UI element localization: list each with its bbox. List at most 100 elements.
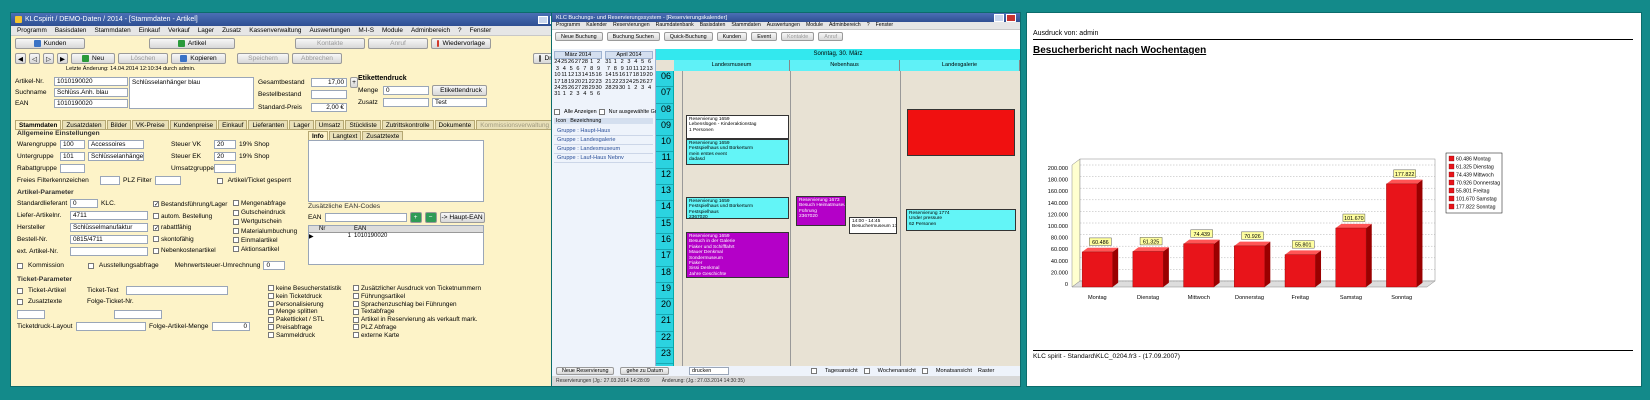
checkbox-checksC-1[interactable] — [268, 293, 274, 300]
checkbox-checksC-6[interactable] — [268, 332, 274, 339]
minimize-button[interactable] — [538, 15, 548, 24]
cal-menu-item-9[interactable]: ? — [867, 22, 870, 29]
ticket-artikel-checkbox[interactable] — [17, 287, 23, 294]
standardpreis-field[interactable]: 2,00 € — [311, 103, 347, 112]
cal-menu-item-6[interactable]: Auswertungen — [767, 22, 800, 29]
mini-day[interactable]: 5 — [588, 91, 595, 97]
checkbox-checksD-5[interactable] — [353, 324, 359, 331]
gehe-zu-datum-button[interactable]: gehe zu Datum — [620, 367, 670, 375]
nav-next-button[interactable]: ▷ — [43, 53, 54, 64]
mini-day[interactable]: 3 — [575, 91, 582, 97]
bestell-nr-field[interactable]: 0815/4711 — [70, 235, 148, 244]
event-block[interactable]: Reservierung 1673 Besuch Heimatmuseum Führ… — [796, 196, 846, 226]
steuer-ek-select[interactable]: 20 — [214, 152, 236, 161]
ticket-select[interactable] — [17, 310, 45, 319]
nur-gruppe-radio[interactable] — [598, 109, 605, 115]
checkbox-checksA-2[interactable] — [153, 224, 159, 231]
artikel-nr-field[interactable]: 1010190020 — [54, 77, 128, 86]
cal-menu-item-5[interactable]: Stammdaten — [731, 22, 760, 29]
event-block[interactable]: Reservierung 1659 Festspielhaus und Bürke… — [686, 197, 789, 219]
event-block[interactable]: Reservierung 1659 Besuch in der Galerie Fi… — [686, 232, 789, 278]
zusatz-value-select[interactable]: Test — [432, 98, 487, 107]
checkbox-checksB-2[interactable] — [233, 218, 239, 225]
nav-first-button[interactable]: ◀ — [15, 53, 26, 64]
artikel-module-button[interactable]: Artikel — [149, 38, 235, 49]
tagesansicht-radio[interactable] — [811, 368, 818, 374]
checkbox-checksD-3[interactable] — [353, 308, 359, 315]
menu-item-7[interactable]: Kassenverwaltung — [249, 27, 301, 34]
neue-reservierung-button[interactable]: Neue Reservierung — [556, 367, 615, 375]
event-block[interactable]: Reservierung 1659 Festspielhaus und Bürke… — [686, 139, 789, 165]
cal-menu-item-7[interactable]: Module — [806, 22, 823, 29]
etikettendruck-button[interactable]: Etikettendruck — [432, 85, 487, 96]
abbrechen-button[interactable]: Abbrechen — [292, 53, 342, 64]
cal-minimize-button[interactable] — [994, 13, 1004, 22]
mini-day[interactable]: 4 — [646, 85, 653, 91]
gesperrt-checkbox[interactable] — [216, 177, 223, 184]
cal-menu-item-0[interactable]: Programm — [556, 22, 580, 29]
umsatzgruppe-select[interactable] — [214, 164, 236, 173]
group-item-1[interactable]: Gruppe : Landesgalerie — [554, 136, 653, 145]
mini-day[interactable]: 3 — [639, 85, 646, 91]
menu-item-6[interactable]: Zusatz — [222, 27, 241, 34]
cal-menu-item-10[interactable]: Fenster — [876, 22, 894, 29]
kommission-checkbox[interactable] — [17, 262, 23, 269]
cal-toolbar-button-5[interactable]: Kontakte — [780, 32, 815, 41]
menu-item-9[interactable]: M-I-S — [358, 27, 374, 34]
untergruppe-select[interactable]: 101 — [60, 152, 85, 161]
bezeichnung-field[interactable]: Schlüsselanhänger blau — [129, 77, 254, 109]
group-item-2[interactable]: Gruppe : Landesmuseum — [554, 145, 653, 154]
ticketdruck-field[interactable] — [76, 322, 146, 331]
checkbox-checksB-5[interactable] — [233, 246, 239, 253]
cal-menu-item-4[interactable]: Basisdaten — [700, 22, 726, 29]
event-block[interactable]: 14:00 - 14:45Besuchermuseum 1701 — [849, 217, 897, 234]
ticket-text-field[interactable] — [126, 286, 228, 295]
kopieren-button[interactable]: Kopieren — [171, 53, 226, 64]
alle-anzeigen-radio[interactable] — [554, 109, 560, 115]
kontakte-module-button[interactable]: Kontakte — [295, 38, 365, 49]
anruf-module-button[interactable]: Anruf — [368, 38, 428, 49]
menu-item-13[interactable]: Fenster — [470, 27, 492, 34]
wiedervorlage-button[interactable]: Wiedervorlage — [431, 38, 491, 49]
mini-day[interactable]: 2 — [632, 85, 639, 91]
checkbox-checksC-3[interactable] — [268, 308, 274, 315]
cal-menu-item-1[interactable]: Kalender — [586, 22, 607, 29]
mini-day[interactable]: 31 — [554, 91, 561, 97]
cal-toolbar-button-0[interactable]: Neue Buchung — [555, 32, 603, 41]
checkbox-checksD-0[interactable] — [353, 285, 359, 292]
checkbox-checksC-4[interactable] — [268, 316, 274, 323]
checkbox-checksB-1[interactable] — [233, 209, 239, 216]
checkbox-checksC-5[interactable] — [268, 324, 274, 331]
menu-item-11[interactable]: Adminbereich — [411, 27, 450, 34]
suchname-field[interactable]: Schlüss.Anh. blau — [54, 88, 128, 97]
steuer-vk-select[interactable]: 20 — [214, 140, 236, 149]
zusatz-select[interactable] — [383, 98, 429, 107]
checkbox-checksA-3[interactable] — [153, 236, 159, 243]
nav-last-button[interactable]: ▶ — [57, 53, 68, 64]
menu-item-10[interactable]: Module — [382, 27, 403, 34]
plz-filter-field[interactable] — [154, 176, 181, 185]
mini-day[interactable]: 29 — [612, 85, 619, 91]
nav-prev-button[interactable]: ◁ — [29, 53, 40, 64]
kunden-module-button[interactable]: Kunden — [15, 38, 85, 49]
search-input[interactable]: drucken — [689, 367, 730, 375]
table-row[interactable]: ▶ 1 1010190020 — [309, 233, 483, 240]
cal-menu-item-2[interactable]: Reservierungen — [613, 22, 650, 29]
ean-field[interactable]: 1010190020 — [54, 99, 128, 108]
bestand-plus-button[interactable]: + — [350, 77, 358, 88]
checkbox-checksB-0[interactable] — [233, 200, 239, 207]
cal-toolbar-button-1[interactable]: Buchung Suchen — [606, 32, 660, 41]
wochenansicht-radio[interactable] — [863, 368, 870, 374]
filterkennzeichen-field[interactable] — [100, 176, 120, 185]
mini-day[interactable]: 1 — [626, 85, 633, 91]
cal-menu-item-3[interactable]: Raumdatenbank — [656, 22, 694, 29]
mini-day[interactable]: 1 — [561, 91, 568, 97]
menu-item-5[interactable]: Lager — [198, 27, 214, 34]
cal-close-button[interactable] — [1006, 13, 1016, 22]
cal-toolbar-button-4[interactable]: Event — [751, 32, 777, 41]
event-block[interactable]: Reservierung 1659 Lebenslügen - Kinderakt… — [686, 115, 789, 139]
mwst-select[interactable]: 0 — [263, 261, 286, 270]
menu-item-8[interactable]: Auswertungen — [309, 27, 350, 34]
menu-item-2[interactable]: Stammdaten — [94, 27, 130, 34]
ean2-field[interactable] — [324, 213, 407, 222]
